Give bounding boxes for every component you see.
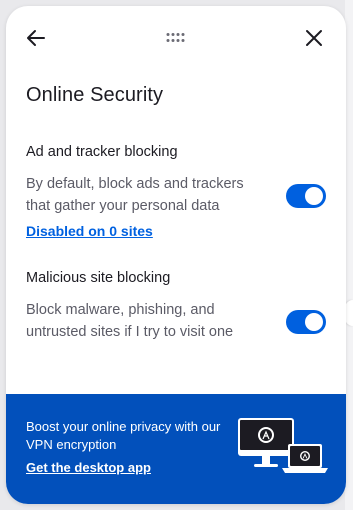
edge-resize-handle[interactable]: [345, 300, 353, 326]
malicious-blocking-heading: Malicious site blocking: [26, 270, 171, 286]
vpn-promo-banner: Boost your online privacy with our VPN e…: [6, 394, 346, 504]
security-panel: Online Security Ad and tracker blocking …: [6, 6, 346, 504]
malicious-blocking-section: Malicious site blocking Block malware, p…: [26, 270, 326, 343]
panel-header: [6, 6, 346, 70]
malicious-blocking-toggle[interactable]: [286, 310, 326, 334]
malicious-blocking-description: Block malware, phishing, and untrusted s…: [26, 302, 234, 340]
get-desktop-app-link[interactable]: Get the desktop app: [26, 460, 151, 475]
promo-text: Boost your online privacy with our VPN e…: [26, 419, 221, 452]
ad-blocking-description: By default, block ads and trackers that …: [26, 176, 244, 214]
ad-blocking-section: Ad and tracker blocking By default, bloc…: [26, 144, 326, 241]
disabled-sites-link[interactable]: Disabled on 0 sites: [26, 223, 153, 239]
monitor-laptop-icon: [238, 418, 328, 473]
close-icon[interactable]: [302, 26, 326, 50]
grip-dots-icon[interactable]: [166, 32, 186, 44]
ad-blocking-heading: Ad and tracker blocking: [26, 144, 178, 160]
page-title: Online Security: [26, 84, 164, 106]
window-edge: [345, 0, 353, 510]
ad-blocking-toggle[interactable]: [286, 184, 326, 208]
toggle-knob: [305, 187, 323, 205]
toggle-knob: [305, 313, 323, 331]
arrow-left-icon[interactable]: [24, 26, 48, 50]
